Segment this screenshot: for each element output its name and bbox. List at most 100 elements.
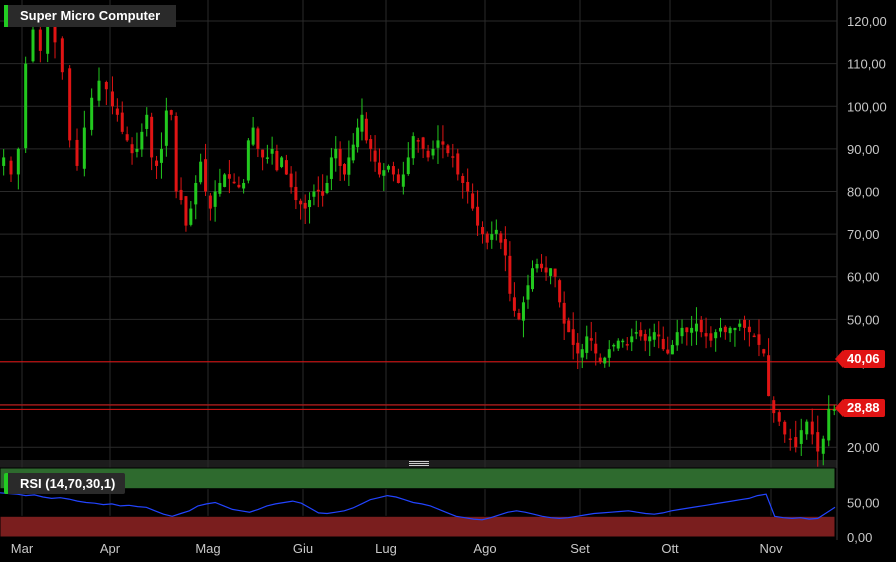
oversold-band <box>0 515 836 538</box>
candle-body <box>549 268 553 276</box>
candle-body <box>805 421 809 435</box>
candle-body <box>661 338 665 350</box>
candle-body <box>227 174 231 179</box>
candle-body <box>184 196 188 226</box>
candle-body <box>120 112 124 132</box>
candle-body <box>494 229 498 234</box>
candle-body <box>562 302 566 324</box>
candle-body <box>24 63 28 149</box>
y-tick-label: 20,00 <box>847 440 880 455</box>
y-tick-label: 100,00 <box>847 99 887 114</box>
candle-body <box>364 118 368 141</box>
candle-body <box>558 280 562 303</box>
candle-body <box>155 160 159 166</box>
candle-body <box>382 170 386 176</box>
candle-body <box>373 150 377 162</box>
candle-body <box>580 349 584 358</box>
candle-body <box>265 157 269 159</box>
candle-body <box>294 186 298 201</box>
candle-body <box>270 148 274 154</box>
candle-body <box>90 97 94 130</box>
candle-body <box>289 173 293 188</box>
x-tick-label: Giu <box>293 541 313 556</box>
candle-body <box>356 127 360 148</box>
candle-body <box>426 150 430 158</box>
candle-body <box>431 148 435 156</box>
candle-body <box>213 191 217 207</box>
candle-body <box>585 336 589 353</box>
candle-body <box>232 181 236 184</box>
candle-body <box>377 162 381 175</box>
candle-body <box>709 333 713 341</box>
candle-body <box>303 202 307 209</box>
candle-body <box>675 332 679 346</box>
candle-body <box>503 239 507 256</box>
candle-body <box>466 181 470 192</box>
rsi-y-tick-label: 50,00 <box>847 496 880 511</box>
candle-body <box>625 344 629 346</box>
candle-body <box>338 148 342 166</box>
candle-body <box>699 319 703 333</box>
candle-body <box>752 335 756 338</box>
candle-body <box>594 343 598 354</box>
candle-body <box>512 297 516 311</box>
candle-body <box>261 149 265 158</box>
candle-body <box>481 227 485 235</box>
candle-body <box>476 206 480 226</box>
chart-title: Super Micro Computer <box>4 5 177 27</box>
x-tick-label: Nov <box>759 541 783 556</box>
candle-body <box>9 160 13 175</box>
candle-body <box>16 148 20 175</box>
candle-body <box>150 116 154 158</box>
candle-body <box>38 29 42 51</box>
candle-body <box>446 145 450 154</box>
candle-body <box>275 150 279 171</box>
candle-body <box>634 332 638 334</box>
candle-body <box>690 327 694 333</box>
candle-body <box>299 200 303 205</box>
candle-body <box>456 153 460 175</box>
candle-body <box>334 148 338 159</box>
y-tick-label: 90,00 <box>847 142 880 157</box>
candle-body <box>416 140 420 142</box>
rsi-indicator-label[interactable]: RSI (14,70,30,1) <box>4 473 126 494</box>
candle-body <box>567 320 571 333</box>
candle-body <box>140 131 144 150</box>
candle-body <box>680 327 684 337</box>
price-level-lines <box>0 361 837 410</box>
pane-resize-handle[interactable] <box>409 461 429 467</box>
candle-body <box>508 255 512 294</box>
candle-body <box>694 323 698 332</box>
rsi-series-line <box>0 492 836 521</box>
chart-window: 20,0030,0040,0050,0060,0070,0080,0090,00… <box>0 0 896 562</box>
chart-canvas[interactable]: 20,0030,0040,0050,0060,0070,0080,0090,00… <box>0 0 896 562</box>
candle-body <box>821 438 825 454</box>
x-tick-label: Mar <box>11 541 34 556</box>
candle-body <box>648 336 652 342</box>
candle-body <box>657 334 661 337</box>
price-level-tag[interactable]: 40,06 <box>835 350 885 368</box>
candle-body <box>436 140 440 148</box>
candle-body <box>788 438 792 440</box>
candle-body <box>280 157 284 167</box>
candle-body <box>799 430 803 444</box>
candle-body <box>535 263 539 269</box>
candle-body <box>223 174 227 187</box>
last-price-tag[interactable]: 28,88 <box>835 399 885 417</box>
candle-body <box>719 327 722 332</box>
candle-body <box>777 412 781 422</box>
candle-body <box>490 234 494 240</box>
x-tick-label: Apr <box>100 541 121 556</box>
candle-body <box>179 189 183 201</box>
candle-body <box>164 110 168 146</box>
candle-body <box>135 148 139 152</box>
candle-body <box>783 421 787 435</box>
candle-body <box>251 127 255 145</box>
rsi-bands <box>0 467 836 538</box>
candlestick-series <box>2 11 836 467</box>
y-tick-label: 120,00 <box>847 14 887 29</box>
candle-body <box>540 263 544 269</box>
candle-body <box>621 340 625 343</box>
candle-body <box>738 323 742 327</box>
candle-body <box>461 175 465 183</box>
